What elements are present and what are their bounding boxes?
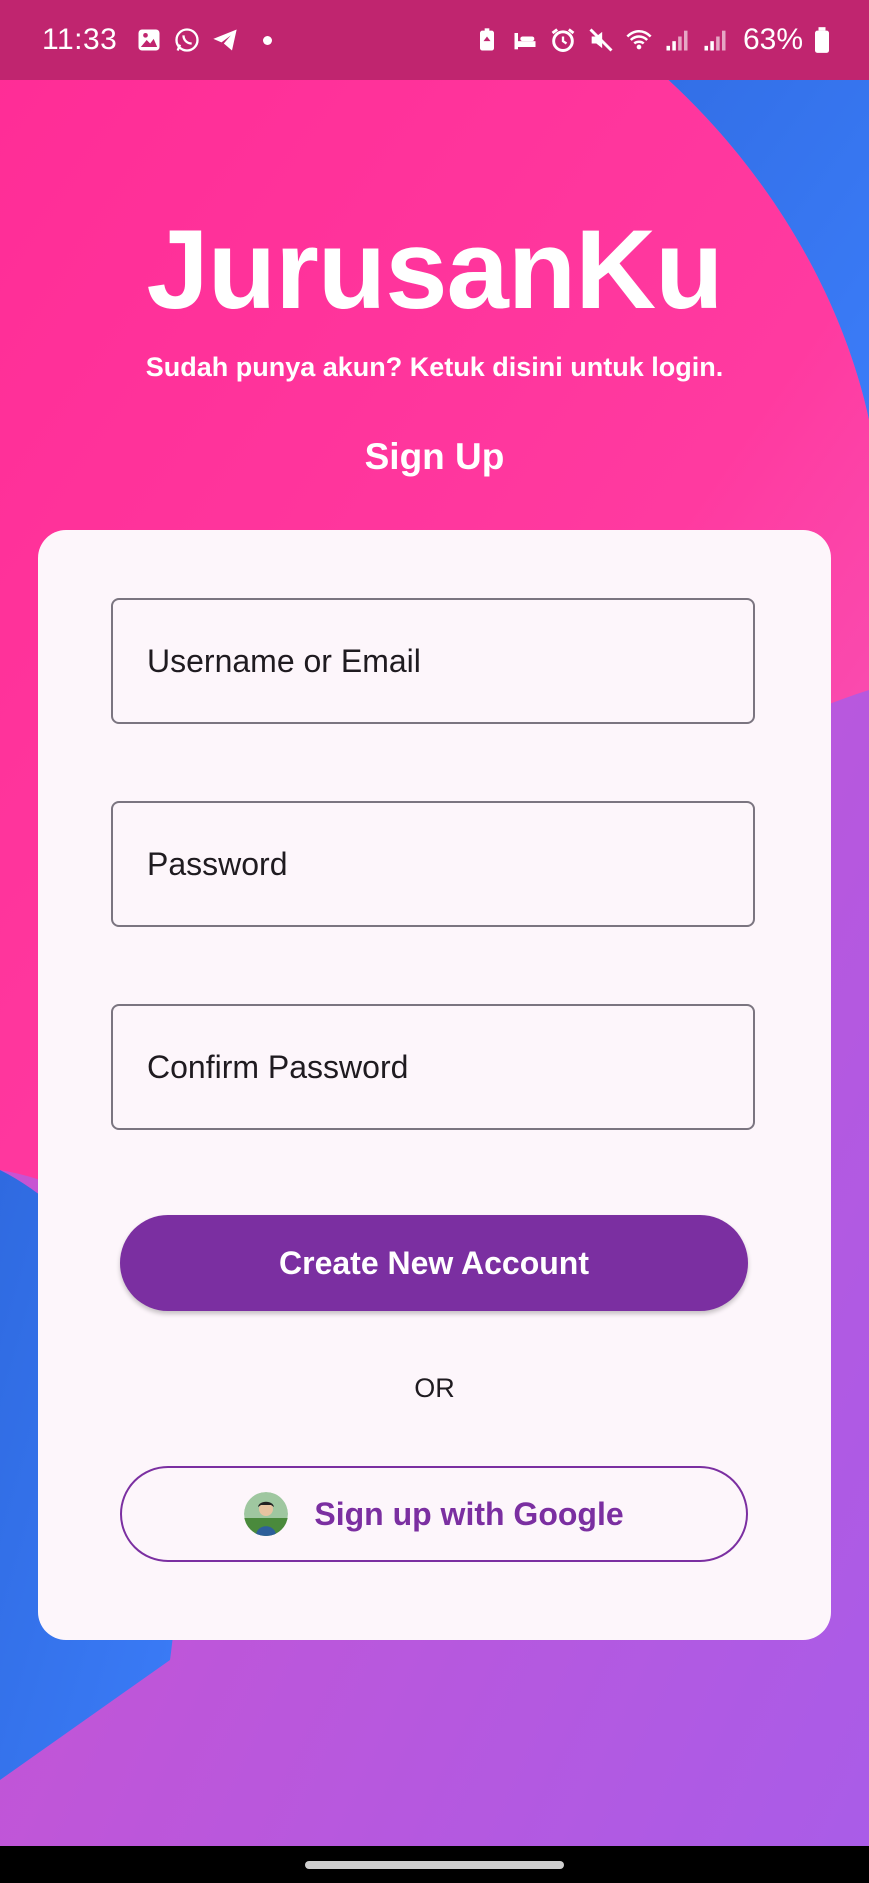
- google-signup-button[interactable]: Sign up with Google: [120, 1466, 748, 1562]
- page-title: Sign Up: [364, 436, 505, 477]
- password-placeholder: Password: [147, 845, 288, 882]
- alarm-icon: [549, 26, 577, 54]
- status-time: 11:33: [42, 23, 118, 56]
- create-account-button[interactable]: Create New Account: [120, 1215, 748, 1311]
- password-field[interactable]: Password: [111, 801, 755, 927]
- wifi-icon: [625, 26, 653, 54]
- telegram-icon: [211, 26, 239, 54]
- home-handle[interactable]: [305, 1861, 564, 1869]
- whatsapp-icon: [173, 26, 201, 54]
- signal-icon: [663, 26, 691, 54]
- or-divider-label: OR: [414, 1373, 455, 1403]
- create-account-label: Create New Account: [279, 1244, 589, 1281]
- app-title: JurusanKu: [146, 207, 724, 332]
- confirm-password-field[interactable]: Confirm Password: [111, 1004, 755, 1130]
- sleep-icon: [511, 26, 539, 54]
- navigation-bar: [0, 1846, 869, 1883]
- confirm-password-placeholder: Confirm Password: [147, 1048, 409, 1085]
- google-avatar-icon: [244, 1492, 289, 1536]
- signup-card: Username or Email Password Confirm Passw…: [38, 530, 831, 1640]
- battery-percentage: 63%: [742, 23, 803, 56]
- battery-saver-icon: [473, 26, 501, 54]
- username-email-placeholder: Username or Email: [147, 642, 421, 679]
- gallery-icon: [135, 26, 163, 54]
- mute-icon: [587, 26, 615, 54]
- google-signup-label: Sign up with Google: [314, 1495, 624, 1532]
- status-bar: 11:33 63%: [0, 0, 869, 80]
- battery-icon: [813, 26, 831, 54]
- username-email-field[interactable]: Username or Email: [111, 598, 755, 724]
- notification-dot: [263, 35, 273, 45]
- login-link[interactable]: Sudah punya akun? Ketuk disini untuk log…: [0, 352, 869, 383]
- signal-icon: [701, 26, 729, 54]
